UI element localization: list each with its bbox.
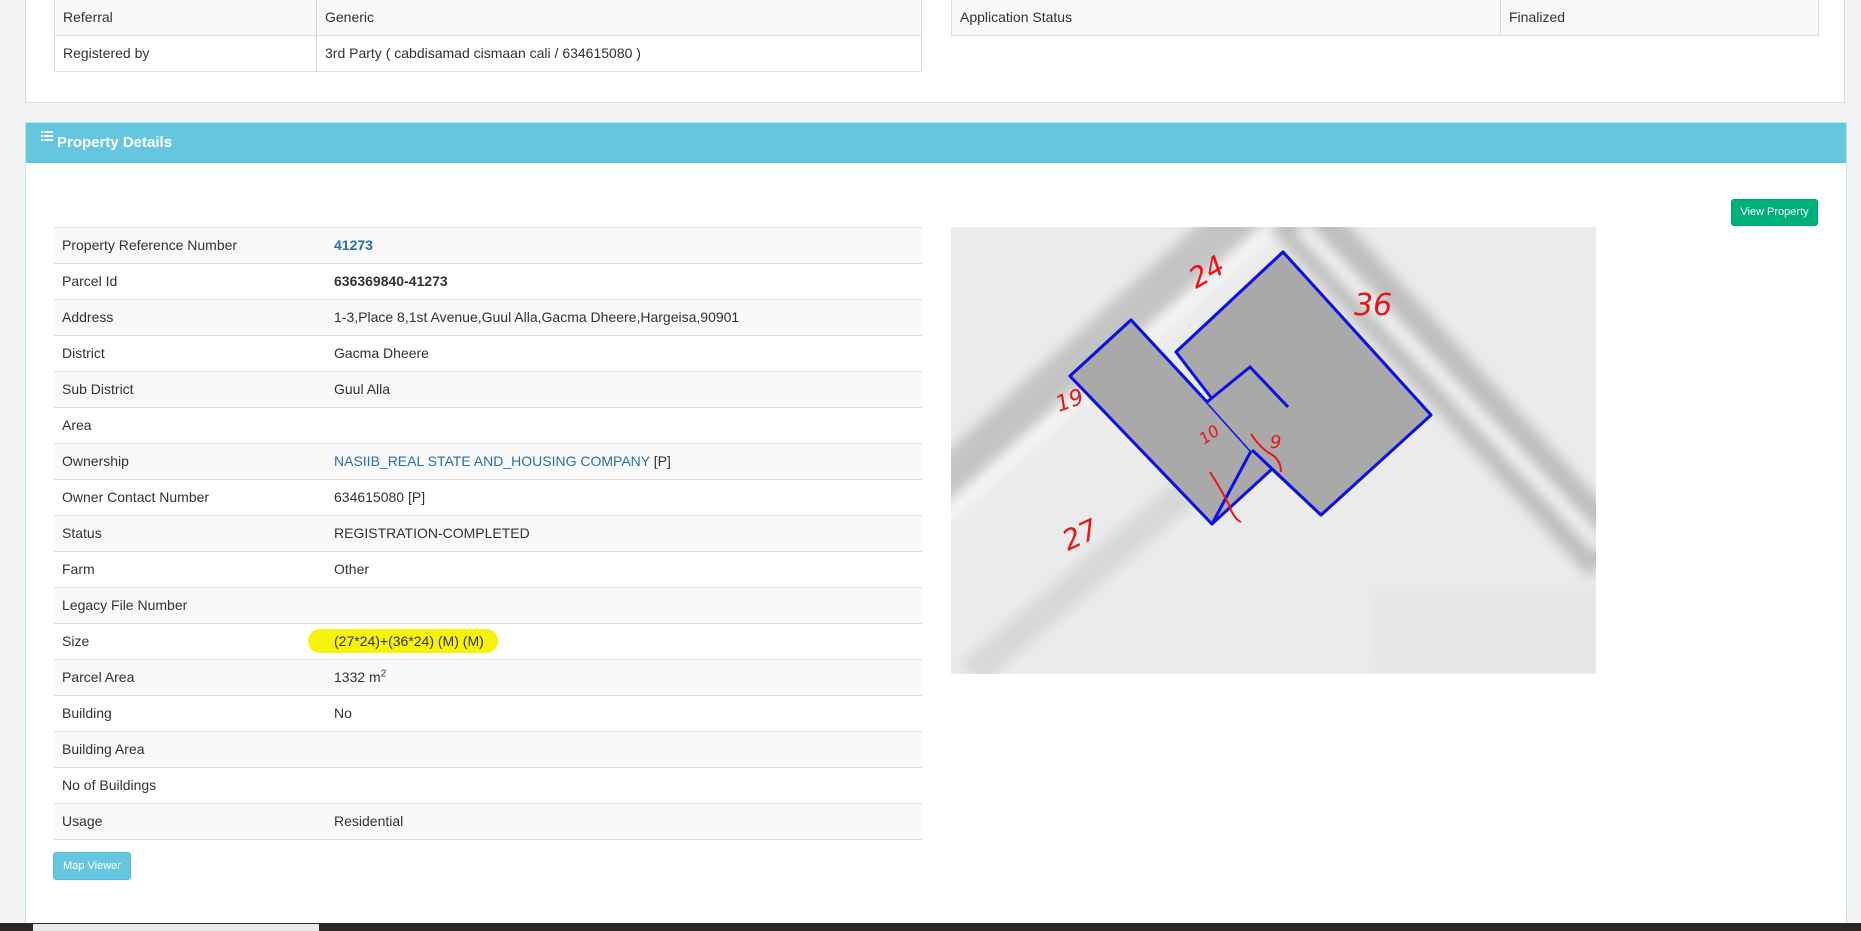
panel-heading: Property Details (26, 123, 1846, 163)
table-row: Owner Contact Number 634615080 [P] (54, 479, 922, 516)
row-value: No (326, 695, 922, 732)
table-row: Size (27*24)+(36*24) (M) (M) (54, 623, 922, 660)
row-value (326, 407, 922, 444)
row-label: Parcel Area (54, 659, 326, 696)
application-info-table-right: Application Status Finalized (951, 0, 1819, 36)
row-value: 1-3,Place 8,1st Avenue,Guul Alla,Gacma D… (326, 299, 922, 336)
table-row: Property Reference Number 41273 (54, 227, 922, 264)
row-label: Building (54, 695, 326, 732)
row-label: Parcel Id (54, 263, 326, 300)
list-icon (41, 131, 53, 141)
property-details-table: Property Reference Number 41273 Parcel Id… (54, 227, 922, 840)
property-reference-link[interactable]: 41273 (334, 237, 373, 253)
table-row: Referral Generic (54, 0, 922, 36)
dimension-label: 9 (1270, 432, 1281, 453)
dimension-label: 36 (1354, 288, 1392, 323)
row-label: District (54, 335, 326, 372)
row-label: Property Reference Number (54, 227, 326, 264)
row-value: 636369840-41273 (326, 263, 922, 300)
table-row: Ownership NASIIB_REAL STATE AND_HOUSING C… (54, 443, 922, 480)
row-value: REGISTRATION-COMPLETED (326, 515, 922, 552)
application-info-table-left: Referral Generic Registered by 3rd Party… (54, 0, 922, 72)
row-value: 1332 m (334, 669, 381, 685)
row-label: Registered by (54, 35, 317, 72)
row-label: Farm (54, 551, 326, 588)
row-value: 634615080 [P] (326, 479, 922, 516)
map-viewer-button[interactable]: Map Viewer (53, 852, 131, 880)
row-label: Ownership (54, 443, 326, 480)
row-value: Residential (326, 803, 922, 840)
row-label: Application Status (951, 0, 1501, 36)
row-label: Status (54, 515, 326, 552)
row-value: Finalized (1500, 0, 1819, 36)
row-label: Area (54, 407, 326, 444)
row-label: Referral (54, 0, 317, 36)
row-value (326, 767, 922, 804)
view-property-button[interactable]: View Property (1731, 199, 1818, 226)
table-row: Status REGISTRATION-COMPLETED (54, 515, 922, 552)
ownership-link[interactable]: NASIIB_REAL STATE AND_HOUSING COMPANY (334, 453, 650, 469)
table-row: Building Area (54, 731, 922, 768)
row-value: Other (326, 551, 922, 588)
table-row: Building No (54, 695, 922, 732)
row-label: Usage (54, 803, 326, 840)
taskbar-strip-highlight (33, 924, 319, 931)
taskbar-strip (0, 923, 1861, 931)
row-label: No of Buildings (54, 767, 326, 804)
table-row: Address 1-3,Place 8,1st Avenue,Guul Alla,… (54, 299, 922, 336)
ownership-suffix: [P] (653, 453, 671, 469)
row-value (326, 587, 922, 624)
table-row: Area (54, 407, 922, 444)
unit-superscript: 2 (380, 668, 387, 680)
table-row: Farm Other (54, 551, 922, 588)
table-row: Sub District Guul Alla (54, 371, 922, 408)
row-label: Owner Contact Number (54, 479, 326, 516)
row-value: Generic (316, 0, 922, 36)
parcel-map-image: 24 36 19 10 9 27 (951, 227, 1596, 674)
table-row: Usage Residential (54, 803, 922, 840)
application-info-panel: Referral Generic Registered by 3rd Party… (25, 0, 1845, 103)
row-value: Guul Alla (326, 371, 922, 408)
table-row: District Gacma Dheere (54, 335, 922, 372)
table-row: No of Buildings (54, 767, 922, 804)
row-label: Size (54, 623, 326, 660)
table-row: Application Status Finalized (951, 0, 1819, 36)
row-label: Address (54, 299, 326, 336)
property-details-panel: Property Details View Property Property … (25, 122, 1847, 931)
row-label: Legacy File Number (54, 587, 326, 624)
panel-title: Property Details (57, 134, 173, 151)
table-row: Parcel Id 636369840-41273 (54, 263, 922, 300)
size-highlighted-value: (27*24)+(36*24) (M) (M) (308, 629, 498, 653)
row-value: 3rd Party ( cabdisamad cismaan cali / 63… (316, 35, 922, 72)
row-value: Gacma Dheere (326, 335, 922, 372)
row-label: Sub District (54, 371, 326, 408)
table-row: Registered by 3rd Party ( cabdisamad cis… (54, 35, 922, 72)
row-value (326, 731, 922, 768)
table-row: Legacy File Number (54, 587, 922, 624)
table-row: Parcel Area 1332 m2 (54, 659, 922, 696)
row-label: Building Area (54, 731, 326, 768)
